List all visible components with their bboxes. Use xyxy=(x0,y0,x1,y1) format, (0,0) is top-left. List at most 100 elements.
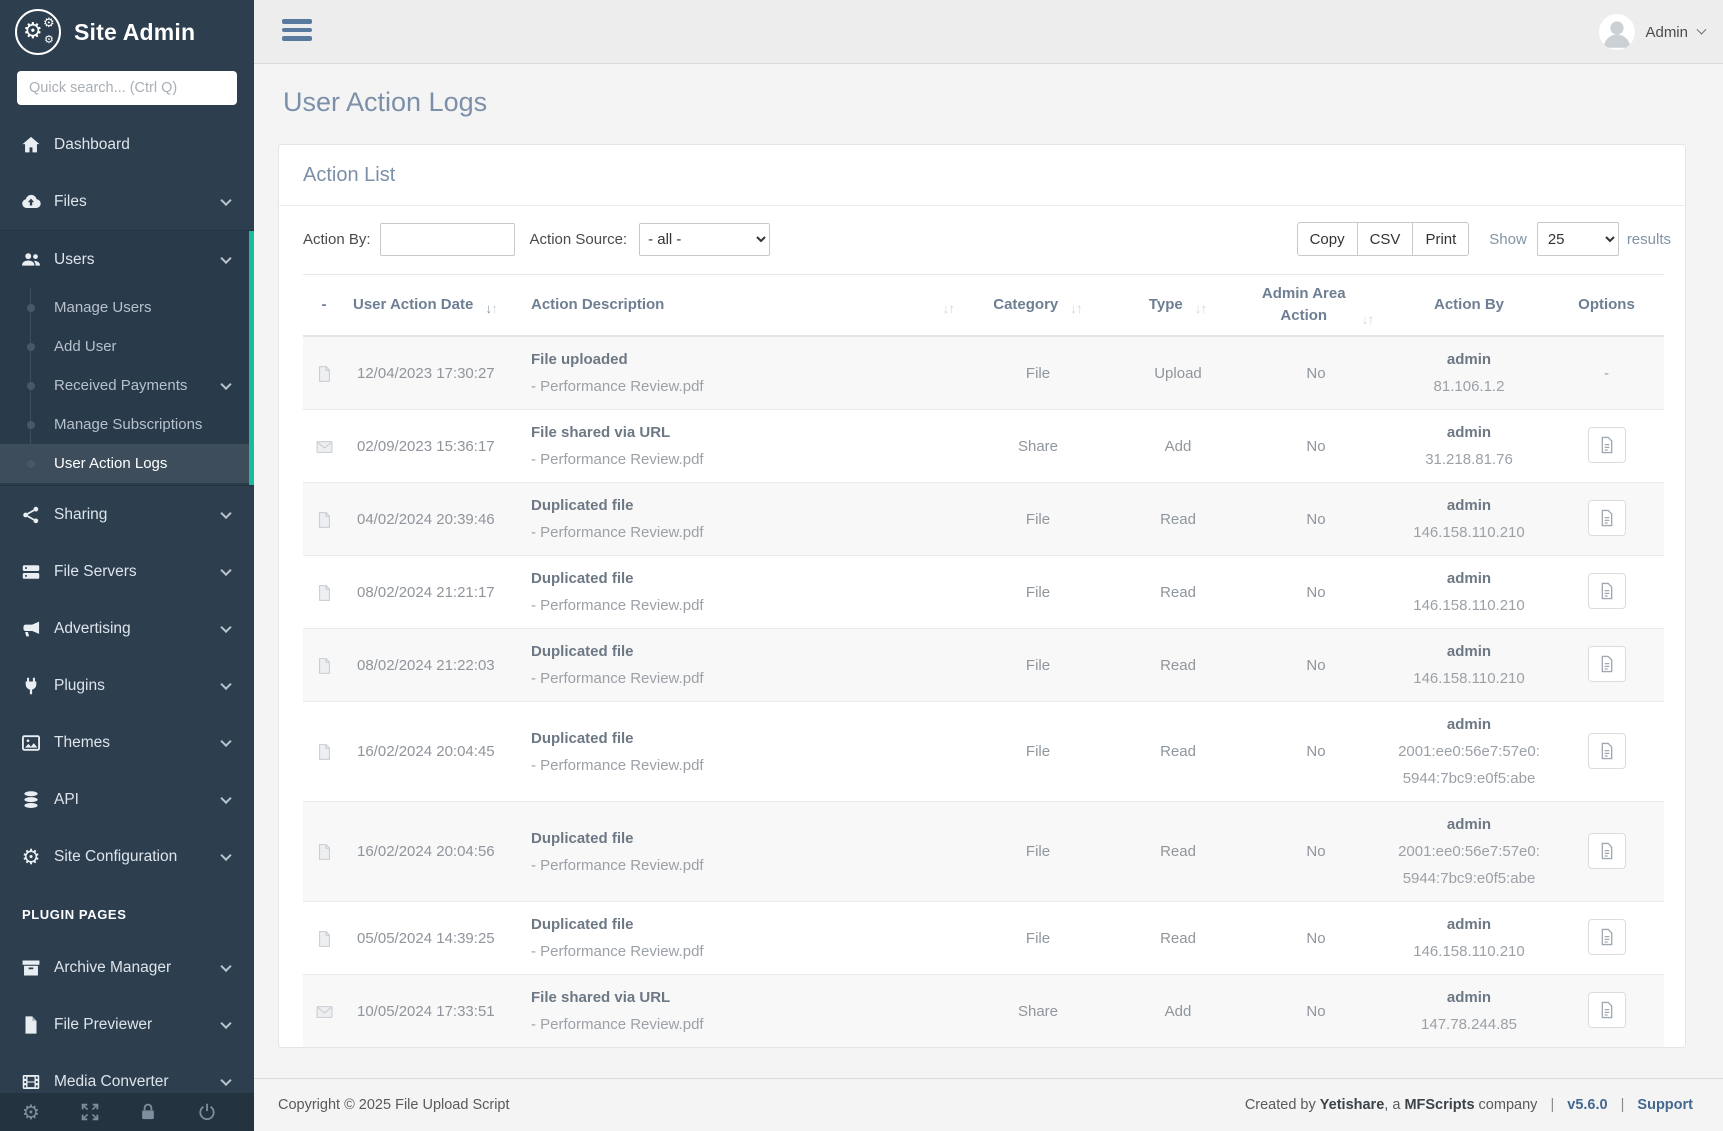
envelope-icon xyxy=(315,436,334,458)
sidebar-subitem-label: Manage Subscriptions xyxy=(54,416,202,433)
sort-icon: ↓↑ xyxy=(943,300,956,318)
view-log-details-button[interactable] xyxy=(1588,992,1626,1028)
mfscripts-link[interactable]: MFScripts xyxy=(1404,1097,1474,1113)
sort-icon: ↓↑ xyxy=(1070,300,1083,318)
main-area: Admin User Action Logs Action List Actio… xyxy=(254,0,1723,1131)
view-log-details-button[interactable] xyxy=(1588,833,1626,869)
plug-icon xyxy=(20,675,42,697)
column-header-label: Options xyxy=(1578,294,1635,316)
sidebar-item-site-configuration[interactable]: ⚙Site Configuration xyxy=(0,828,254,885)
cell-type: Read xyxy=(1113,556,1243,629)
show-results-select[interactable]: 25 xyxy=(1537,222,1619,256)
sidebar-item-plugins[interactable]: Plugins xyxy=(0,657,254,714)
sidebar-item-file-previewer[interactable]: File Previewer xyxy=(0,996,254,1053)
sidebar-item-label: Themes xyxy=(54,734,110,752)
sidebar-subitem-manage-subscriptions[interactable]: Manage Subscriptions xyxy=(0,405,254,444)
sidebar-item-advertising[interactable]: Advertising xyxy=(0,600,254,657)
view-log-details-button[interactable] xyxy=(1588,427,1626,463)
csv-button[interactable]: CSV xyxy=(1358,222,1414,256)
column-header-content: User Action Date↓↑ xyxy=(353,294,498,316)
chevron-down-icon xyxy=(220,792,231,803)
sidebar-item-label: Archive Manager xyxy=(54,959,171,977)
lock-icon[interactable] xyxy=(137,1101,159,1123)
nav-group-themes: Themes xyxy=(0,714,254,771)
cloud-upload-icon xyxy=(20,191,42,213)
sidebar-item-users[interactable]: Users xyxy=(0,231,254,288)
view-log-details-button[interactable] xyxy=(1588,500,1626,536)
sidebar-subitem-received-payments[interactable]: Received Payments xyxy=(0,366,254,405)
column-header-content: - xyxy=(322,294,327,316)
sort-icon: ↓↑ xyxy=(1362,311,1375,329)
cell-type: Read xyxy=(1113,902,1243,975)
column-header-type[interactable]: Type↓↑ xyxy=(1113,275,1243,337)
envelope-icon xyxy=(315,1001,334,1023)
sidebar-item-archive-manager[interactable]: Archive Manager xyxy=(0,939,254,996)
action-source-select[interactable]: - all - xyxy=(639,223,770,256)
cell-admin-area-action: No xyxy=(1243,336,1389,410)
sidebar-subitem-manage-users[interactable]: Manage Users xyxy=(0,288,254,327)
cell-options xyxy=(1549,410,1664,483)
cell-options xyxy=(1549,483,1664,556)
sidebar-item-label: Site Configuration xyxy=(54,848,177,866)
column-header-content: Admin Area Action ↓↑ xyxy=(1258,283,1375,327)
action-by-user: admin xyxy=(1397,565,1541,592)
gear-icon[interactable]: ⚙ xyxy=(20,1101,42,1123)
sidebar-subitem-add-user[interactable]: Add User xyxy=(0,327,254,366)
print-button[interactable]: Print xyxy=(1413,222,1469,256)
action-by-user: admin xyxy=(1397,911,1541,938)
sidebar-item-sharing[interactable]: Sharing xyxy=(0,486,254,543)
brand[interactable]: ⚙ ⚙ ⚙ Site Admin xyxy=(0,0,254,64)
sidebar-subitem-label: Manage Users xyxy=(54,299,152,316)
column-header-date[interactable]: User Action Date↓↑ xyxy=(345,275,523,337)
table-row: 08/02/2024 21:22:03Duplicated file- Perf… xyxy=(303,629,1664,702)
sidebar-item-label: Dashboard xyxy=(54,136,130,154)
cell-action-type xyxy=(303,975,345,1048)
support-link[interactable]: Support xyxy=(1637,1097,1693,1113)
column-header-admin[interactable]: Admin Area Action ↓↑ xyxy=(1243,275,1389,337)
action-by-ip: 2001:ee0:56e7:57e0:5944:7bc9:e0f5:abe xyxy=(1397,838,1541,892)
action-by-input[interactable] xyxy=(380,223,515,256)
nav-group-archive-manager: Archive Manager xyxy=(0,939,254,996)
action-detail: - Performance Review.pdf xyxy=(531,592,955,619)
cell-user-action-date: 16/02/2024 20:04:56 xyxy=(345,802,523,902)
sidebar-search xyxy=(0,64,254,116)
table-row: 12/04/2023 17:30:27File uploaded- Perfor… xyxy=(303,336,1664,410)
expand-icon[interactable] xyxy=(79,1101,101,1123)
view-log-details-button[interactable] xyxy=(1588,733,1626,769)
chevron-down-icon xyxy=(220,678,231,689)
cell-action-description: File shared via URL- Performance Review.… xyxy=(523,410,963,483)
cell-user-action-date: 04/02/2024 20:39:46 xyxy=(345,483,523,556)
quick-search-input[interactable] xyxy=(17,71,237,105)
company-suffix-text: company xyxy=(1475,1097,1538,1113)
sidebar: ⚙ ⚙ ⚙ Site Admin Dashboard FilesUsers Mana… xyxy=(0,0,254,1131)
action-title: File uploaded xyxy=(531,346,955,373)
view-log-details-button[interactable] xyxy=(1588,573,1626,609)
sidebar-item-api[interactable]: API xyxy=(0,771,254,828)
column-header-description[interactable]: Action Description↓↑ xyxy=(523,275,963,337)
sidebar-item-dashboard[interactable]: Dashboard xyxy=(0,116,254,173)
column-header-label: Action By xyxy=(1434,294,1504,316)
copy-button[interactable]: Copy xyxy=(1297,222,1358,256)
user-menu[interactable]: Admin xyxy=(1599,0,1705,64)
view-log-details-button[interactable] xyxy=(1588,646,1626,682)
topbar: Admin xyxy=(254,0,1723,64)
column-header-category[interactable]: Category↓↑ xyxy=(963,275,1113,337)
view-log-details-button[interactable] xyxy=(1588,919,1626,955)
sidebar-subitem-user-action-logs[interactable]: User Action Logs xyxy=(0,444,254,483)
yetishare-link[interactable]: Yetishare xyxy=(1320,1097,1385,1113)
nav-group-plugins: Plugins xyxy=(0,657,254,714)
menu-toggle-button[interactable] xyxy=(282,19,312,45)
brand-title: Site Admin xyxy=(74,19,195,46)
cell-action-description: Duplicated file- Performance Review.pdf xyxy=(523,802,963,902)
cell-action-by: admin146.158.110.210 xyxy=(1389,556,1549,629)
sidebar-item-themes[interactable]: Themes xyxy=(0,714,254,771)
sidebar-item-files[interactable]: Files xyxy=(0,173,254,230)
column-header-label: Admin Area Action xyxy=(1258,283,1350,327)
page-title: User Action Logs xyxy=(283,84,1686,120)
table-row: 04/02/2024 20:39:46Duplicated file- Perf… xyxy=(303,483,1664,556)
cell-user-action-date: 10/05/2024 17:33:51 xyxy=(345,975,523,1048)
created-by-text: Created by xyxy=(1245,1097,1320,1113)
power-icon[interactable] xyxy=(196,1101,218,1123)
cell-action-type xyxy=(303,410,345,483)
sidebar-item-file-servers[interactable]: File Servers xyxy=(0,543,254,600)
